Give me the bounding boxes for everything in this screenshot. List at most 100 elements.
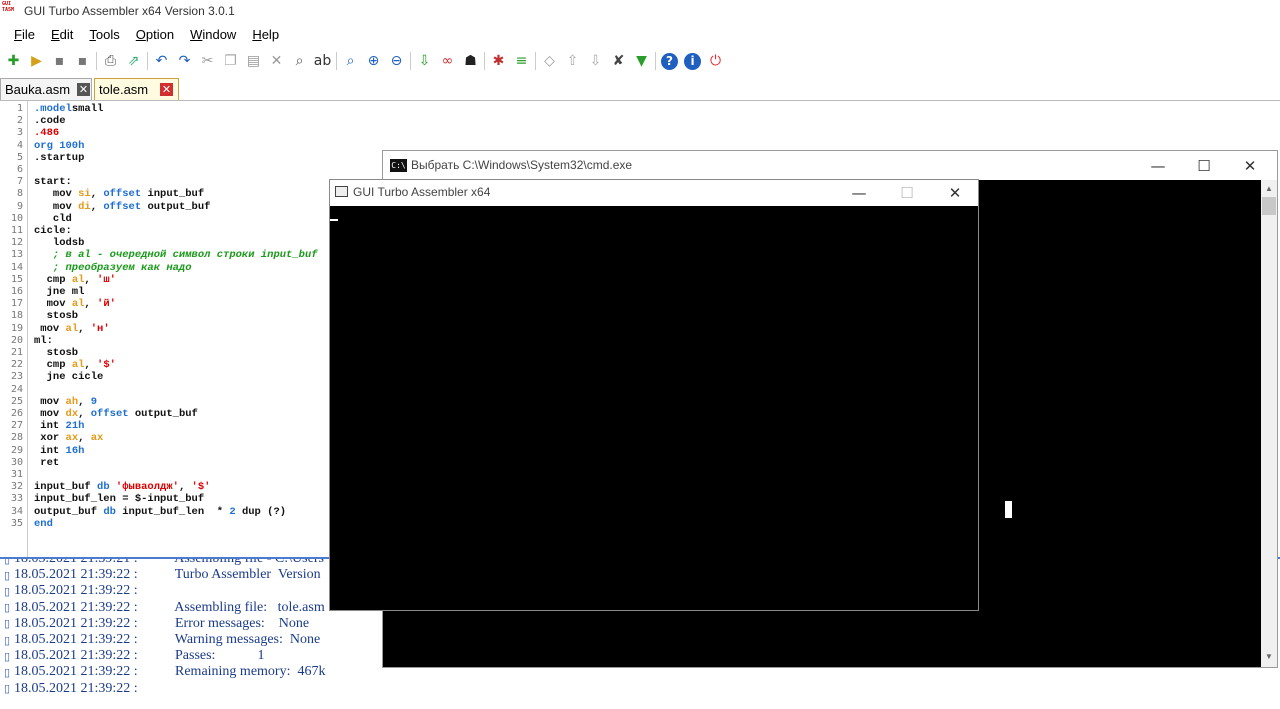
code-token: input_buf (34, 481, 98, 494)
log-timestamp: 18.05.2021 21:39:22 : (14, 583, 138, 599)
code-token: , (84, 298, 98, 311)
code-token: ax (90, 432, 104, 445)
link-icon[interactable]: ∞ (436, 50, 459, 72)
text-cursor (1005, 501, 1012, 518)
print-icon[interactable]: ⎙ (99, 50, 122, 72)
open-file-icon[interactable]: ▶ (25, 50, 48, 72)
debug-icon[interactable]: ✱ (487, 50, 510, 72)
close-icon[interactable]: ✕ (77, 83, 90, 96)
menu-edit[interactable]: Edit (43, 24, 81, 46)
log-message: Passes: 1 (168, 648, 265, 664)
line-number: 35 (10, 517, 23, 529)
zoom-icon[interactable]: ⌕ (339, 50, 362, 72)
code-token: 21h (65, 420, 85, 433)
code-token: stosb (34, 347, 79, 359)
export-icon[interactable]: ⇗ (122, 50, 145, 72)
close-icon[interactable]: ✕ (160, 83, 173, 96)
code-token: ; преобразуем как надо (34, 261, 192, 274)
console-window[interactable]: GUI Turbo Assembler x64 — ☐ ✕ (329, 179, 979, 611)
code-token: , (78, 322, 91, 335)
code-token: ; в al - очередной символ строки input_b… (34, 249, 318, 262)
move-up-icon[interactable]: ⇧ (561, 50, 584, 72)
tab-tole[interactable]: tole.asm ✕ (94, 78, 179, 100)
title-bar: GUI TASM GUI Turbo Assembler x64 Version… (0, 0, 1280, 24)
maximize-button[interactable]: ☐ (1181, 153, 1227, 179)
scroll-up-icon[interactable]: ▲ (1265, 184, 1273, 193)
code-line: .code (34, 115, 66, 127)
find-icon[interactable]: ⌕ (288, 50, 311, 72)
menu-accelerator: O (135, 27, 146, 42)
cmd-icon: C:\ (390, 159, 407, 172)
run-icon[interactable]: ☗ (459, 50, 482, 72)
minimize-button[interactable]: — (836, 180, 882, 206)
zoom-in-icon[interactable]: ⊕ (362, 50, 385, 72)
code-line: stosb (34, 310, 79, 322)
code-line: mov al, 'н' (34, 322, 109, 335)
undo-icon[interactable]: ↶ (150, 50, 173, 72)
code-token: si (78, 188, 91, 201)
delete-icon[interactable]: ✕ (265, 50, 288, 72)
debug-step-icon[interactable]: ≡ (510, 50, 533, 72)
code-token: jne cicle (34, 371, 104, 384)
line-number: 20 (10, 334, 23, 346)
menu-file[interactable]: File (6, 24, 43, 46)
code-token: ah (65, 395, 79, 408)
move-down-icon[interactable]: ⇩ (584, 50, 607, 72)
new-file-icon[interactable]: ✚ (2, 50, 25, 72)
log-timestamp: 18.05.2021 21:39:22 : (14, 664, 138, 680)
assemble-icon[interactable]: ⇩ (413, 50, 436, 72)
menu-label: elp (261, 27, 280, 42)
console-body[interactable] (330, 206, 978, 610)
scroll-down-icon[interactable]: ▼ (1265, 652, 1273, 661)
code-token: 16h (65, 444, 85, 457)
console-title: GUI Turbo Assembler x64 (353, 185, 491, 199)
log-row: ▯ 18.05.2021 21:39:22 : Remaining memory:… (0, 664, 326, 680)
replace-icon[interactable]: ab (311, 50, 334, 72)
download-icon[interactable]: ▼ (630, 50, 653, 72)
cut-icon[interactable]: ✂ (196, 50, 219, 72)
log-row: ▯ 18.05.2021 21:39:22 : Assembling file: … (0, 600, 325, 616)
zoom-out-icon[interactable]: ⊖ (385, 50, 408, 72)
menu-label: ption (145, 27, 175, 42)
line-number: 7 (16, 176, 23, 188)
tools-icon[interactable]: ✘ (607, 50, 630, 72)
maximize-button[interactable]: ☐ (884, 180, 930, 206)
menu-window[interactable]: Window (182, 24, 244, 46)
tab-bauka[interactable]: Bauka.asm ✕ (0, 78, 92, 100)
menu-label: indow (202, 27, 237, 42)
log-message: Turbo Assembler Version (168, 567, 321, 583)
code-token: end (34, 517, 53, 530)
save-all-icon[interactable]: ▪ (71, 50, 94, 72)
redo-icon[interactable]: ↷ (173, 50, 196, 72)
cmd-title: Выбрать C:\Windows\System32\cmd.exe (411, 158, 633, 172)
menu-label: ools (95, 27, 120, 42)
line-number: 33 (10, 493, 23, 505)
line-number: 17 (10, 298, 23, 310)
menu-help[interactable]: Help (244, 24, 287, 46)
info-icon[interactable]: i (684, 52, 701, 70)
code-token: ret (34, 456, 60, 469)
console-title-bar[interactable]: GUI Turbo Assembler x64 — ☐ ✕ (330, 180, 978, 206)
close-button[interactable]: ✕ (932, 180, 978, 206)
menu-option[interactable]: Option (128, 24, 182, 46)
scrollbar-thumb[interactable] (1262, 197, 1276, 215)
cmd-title-bar[interactable]: C:\ Выбрать C:\Windows\System32\cmd.exe … (383, 151, 1277, 180)
code-token: , (78, 408, 91, 420)
save-icon[interactable]: ▪ (48, 50, 71, 72)
close-button[interactable]: ✕ (1227, 153, 1273, 179)
code-area[interactable]: .modelsmall .code .486 org 100h .startup star… (34, 101, 334, 557)
code-icon[interactable]: ◇ (538, 50, 561, 72)
code-line: cicle: (34, 225, 72, 237)
code-line: xor ax, ax (34, 432, 103, 444)
menu-tools[interactable]: Tools (81, 24, 127, 46)
paste-icon[interactable]: ▤ (242, 50, 265, 72)
code-token: , (84, 273, 98, 286)
help-icon[interactable]: ? (661, 52, 678, 70)
copy-icon[interactable]: ❐ (219, 50, 242, 72)
code-token: int (34, 444, 66, 457)
code-line: cmp al, 'ш' (34, 274, 116, 286)
log-timestamp: 18.05.2021 21:39:22 : (14, 648, 138, 664)
cmd-scrollbar[interactable]: ▲ ▼ (1261, 180, 1277, 667)
minimize-button[interactable]: — (1135, 153, 1181, 179)
power-icon[interactable]: ⏻ (704, 50, 727, 72)
